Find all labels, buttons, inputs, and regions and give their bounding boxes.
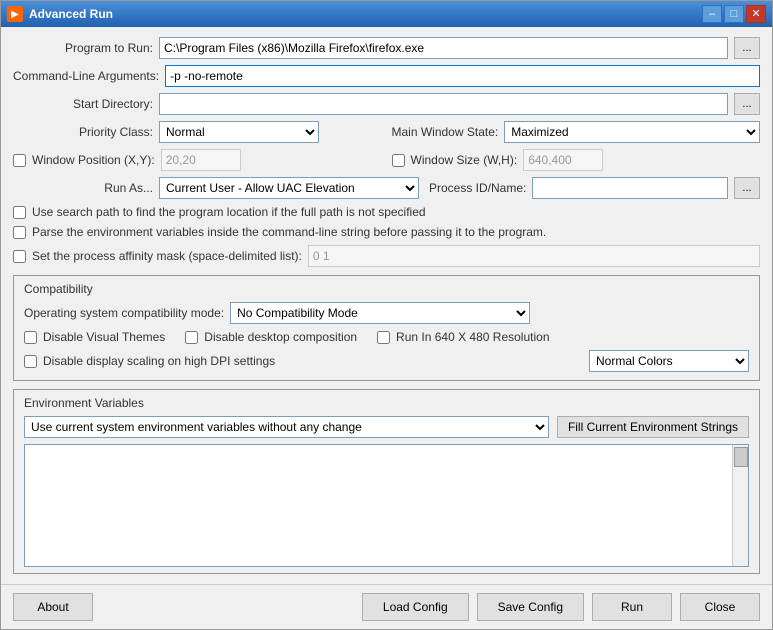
startdir-row: Start Directory: ... bbox=[13, 93, 760, 115]
program-label: Program to Run: bbox=[13, 41, 153, 55]
close-button[interactable]: Close bbox=[680, 593, 760, 621]
title-bar-controls: – □ ✕ bbox=[702, 5, 766, 23]
priority-label: Priority Class: bbox=[13, 125, 153, 139]
windowpos-input[interactable] bbox=[161, 149, 241, 171]
content-area: Program to Run: ... Command-Line Argumen… bbox=[1, 27, 772, 584]
advanced-run-window: ▶ Advanced Run – □ ✕ Program to Run: ...… bbox=[0, 0, 773, 630]
searchpath-row: Use search path to find the program loca… bbox=[13, 205, 760, 219]
cmdargs-input[interactable] bbox=[165, 65, 760, 87]
affinity-input[interactable] bbox=[308, 245, 760, 267]
compat-checks-row: Disable Visual Themes Disable desktop co… bbox=[24, 330, 749, 344]
desktop-comp-row: Disable desktop composition bbox=[185, 330, 357, 344]
scrollbar[interactable] bbox=[732, 445, 748, 566]
program-row: Program to Run: ... bbox=[13, 37, 760, 59]
saveconfig-button[interactable]: Save Config bbox=[477, 593, 584, 621]
minimize-button[interactable]: – bbox=[702, 5, 722, 23]
winsize-group: Window Size (W,H): bbox=[392, 149, 761, 171]
dpi-checkbox[interactable] bbox=[24, 355, 37, 368]
cmdargs-label: Command-Line Arguments: bbox=[13, 69, 159, 83]
affinity-checkbox[interactable] bbox=[13, 250, 26, 263]
windowsize-input[interactable] bbox=[523, 149, 603, 171]
footer-right: Load Config Save Config Run Close bbox=[362, 593, 760, 621]
env-select[interactable]: Use current system environment variables… bbox=[24, 416, 549, 438]
colors-select[interactable]: Normal Colors 256 Colors High Color bbox=[589, 350, 749, 372]
runas-row: Run As... Current User - Allow UAC Eleva… bbox=[13, 177, 760, 199]
footer: About Load Config Save Config Run Close bbox=[1, 584, 772, 629]
affinity-label: Set the process affinity mask (space-del… bbox=[32, 249, 302, 263]
runas-select[interactable]: Current User - Allow UAC Elevation Curre… bbox=[159, 177, 419, 199]
desktop-comp-checkbox[interactable] bbox=[185, 331, 198, 344]
compat-os-select[interactable]: No Compatibility Mode Windows XP SP3 Win… bbox=[230, 302, 530, 324]
env-fill-button[interactable]: Fill Current Environment Strings bbox=[557, 416, 749, 438]
priority-select[interactable]: Normal Idle Below Normal Above Normal Hi… bbox=[159, 121, 319, 143]
window-icon: ▶ bbox=[7, 6, 23, 22]
env-variables-group: Environment Variables Use current system… bbox=[13, 389, 760, 574]
startdir-browse-button[interactable]: ... bbox=[734, 93, 760, 115]
run-button[interactable]: Run bbox=[592, 593, 672, 621]
footer-left: About bbox=[13, 593, 93, 621]
window-title: Advanced Run bbox=[29, 7, 113, 21]
processid-label: Process ID/Name: bbox=[429, 181, 526, 195]
compat-os-row: Operating system compatibility mode: No … bbox=[24, 302, 749, 324]
env-textarea-wrap bbox=[24, 444, 749, 567]
windowsize-label: Window Size (W,H): bbox=[411, 153, 518, 167]
affinity-row: Set the process affinity mask (space-del… bbox=[13, 245, 760, 267]
close-window-button[interactable]: ✕ bbox=[746, 5, 766, 23]
parseenv-checkbox[interactable] bbox=[13, 226, 26, 239]
parseenv-label: Parse the environment variables inside t… bbox=[32, 225, 546, 239]
compatibility-group: Compatibility Operating system compatibi… bbox=[13, 275, 760, 381]
visual-themes-row: Disable Visual Themes bbox=[24, 330, 165, 344]
mainwindow-group: Main Window State: Maximized Normal Mini… bbox=[392, 121, 761, 143]
searchpath-label: Use search path to find the program loca… bbox=[32, 205, 426, 219]
windowpos-checkbox[interactable] bbox=[13, 154, 26, 167]
cmdargs-row: Command-Line Arguments: bbox=[13, 65, 760, 87]
mainwindow-select[interactable]: Maximized Normal Minimized Hidden bbox=[504, 121, 760, 143]
scrollbar-thumb bbox=[734, 447, 748, 467]
startdir-label: Start Directory: bbox=[13, 97, 153, 111]
startdir-input[interactable] bbox=[159, 93, 728, 115]
mainwindow-label: Main Window State: bbox=[392, 125, 499, 139]
run640-checkbox[interactable] bbox=[377, 331, 390, 344]
loadconfig-button[interactable]: Load Config bbox=[362, 593, 469, 621]
env-textarea[interactable] bbox=[25, 445, 732, 566]
visual-themes-label: Disable Visual Themes bbox=[43, 330, 165, 344]
dpi-label: Disable display scaling on high DPI sett… bbox=[43, 354, 275, 368]
compat-os-label: Operating system compatibility mode: bbox=[24, 306, 224, 320]
parseenv-row: Parse the environment variables inside t… bbox=[13, 225, 760, 239]
run640-row: Run In 640 X 480 Resolution bbox=[377, 330, 549, 344]
runas-label: Run As... bbox=[13, 181, 153, 195]
processid-input[interactable] bbox=[532, 177, 728, 199]
about-button[interactable]: About bbox=[13, 593, 93, 621]
priority-mainwindow-row: Priority Class: Normal Idle Below Normal… bbox=[13, 121, 760, 143]
maximize-button[interactable]: □ bbox=[724, 5, 744, 23]
compat-dpi-colors-row: Disable display scaling on high DPI sett… bbox=[24, 350, 749, 372]
priority-group: Priority Class: Normal Idle Below Normal… bbox=[13, 121, 382, 143]
title-bar-left: ▶ Advanced Run bbox=[7, 6, 113, 22]
env-select-row: Use current system environment variables… bbox=[24, 416, 749, 438]
processid-browse-button[interactable]: ... bbox=[734, 177, 760, 199]
windowsize-checkbox[interactable] bbox=[392, 154, 405, 167]
windowpos-label: Window Position (X,Y): bbox=[32, 153, 155, 167]
program-input[interactable] bbox=[159, 37, 728, 59]
env-legend: Environment Variables bbox=[24, 396, 749, 410]
program-browse-button[interactable]: ... bbox=[734, 37, 760, 59]
visual-themes-checkbox[interactable] bbox=[24, 331, 37, 344]
dpi-row: Disable display scaling on high DPI sett… bbox=[24, 354, 275, 368]
winpos-group: Window Position (X,Y): bbox=[13, 149, 382, 171]
winpos-winsize-row: Window Position (X,Y): Window Size (W,H)… bbox=[13, 149, 760, 171]
desktop-comp-label: Disable desktop composition bbox=[204, 330, 357, 344]
searchpath-checkbox[interactable] bbox=[13, 206, 26, 219]
run640-label: Run In 640 X 480 Resolution bbox=[396, 330, 549, 344]
compat-legend: Compatibility bbox=[24, 282, 749, 296]
title-bar: ▶ Advanced Run – □ ✕ bbox=[1, 1, 772, 27]
